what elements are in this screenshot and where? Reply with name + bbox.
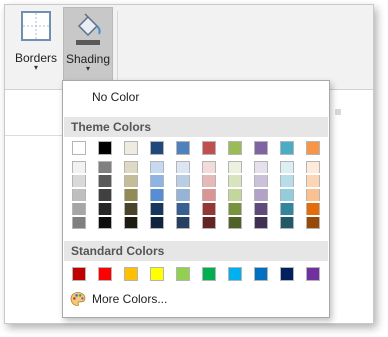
theme-tint-swatch[interactable] <box>176 161 190 173</box>
theme-tint-swatch[interactable] <box>228 217 242 229</box>
theme-tint-swatch[interactable] <box>150 189 164 201</box>
theme-color-swatch[interactable] <box>176 141 190 155</box>
standard-colors-header: Standard Colors <box>64 241 328 261</box>
more-colors-item[interactable]: More Colors... <box>64 287 328 311</box>
theme-color-swatch[interactable] <box>124 141 138 155</box>
paint-bucket-icon <box>76 13 101 45</box>
theme-tint-swatch[interactable] <box>124 161 138 173</box>
more-colors-label: More Colors... <box>92 292 168 306</box>
theme-tint-swatch[interactable] <box>280 175 294 187</box>
theme-tint-swatch[interactable] <box>124 175 138 187</box>
standard-color-swatch[interactable] <box>254 267 268 281</box>
theme-color-swatch[interactable] <box>98 141 112 155</box>
theme-tint-swatch[interactable] <box>306 217 320 229</box>
theme-tint-swatch[interactable] <box>228 161 242 173</box>
theme-tint-swatch[interactable] <box>98 217 112 229</box>
theme-tint-swatch[interactable] <box>228 189 242 201</box>
theme-tint-swatch[interactable] <box>306 189 320 201</box>
theme-tint-swatch[interactable] <box>176 189 190 201</box>
theme-tint-swatch[interactable] <box>124 217 138 229</box>
theme-tint-swatch[interactable] <box>254 175 268 187</box>
theme-color-swatch[interactable] <box>202 141 216 155</box>
theme-tint-swatch[interactable] <box>150 203 164 215</box>
standard-color-swatch[interactable] <box>176 267 190 281</box>
theme-tint-swatch[interactable] <box>98 161 112 173</box>
theme-tint-swatch[interactable] <box>202 189 216 201</box>
theme-color-swatch[interactable] <box>72 141 86 155</box>
theme-tint-swatch[interactable] <box>228 175 242 187</box>
theme-tint-swatch[interactable] <box>202 217 216 229</box>
standard-color-swatch[interactable] <box>202 267 216 281</box>
theme-tint-swatch[interactable] <box>176 175 190 187</box>
shading-color-dropdown: No Color Theme Colors Standard Colors Mo… <box>62 80 330 318</box>
theme-tint-swatch[interactable] <box>72 175 86 187</box>
theme-tint-swatch[interactable] <box>176 217 190 229</box>
theme-tint-swatch[interactable] <box>150 175 164 187</box>
theme-colors-title: Theme Colors <box>71 120 152 134</box>
theme-tint-swatch[interactable] <box>254 217 268 229</box>
theme-tint-swatch[interactable] <box>202 175 216 187</box>
theme-tint-swatch[interactable] <box>254 189 268 201</box>
shading-dropdown-arrow: ▾ <box>85 64 90 73</box>
theme-tint-swatch[interactable] <box>280 189 294 201</box>
theme-tint-swatch[interactable] <box>72 161 86 173</box>
theme-tint-swatch[interactable] <box>202 161 216 173</box>
theme-tint-swatch[interactable] <box>124 189 138 201</box>
theme-tint-swatch[interactable] <box>176 203 190 215</box>
theme-color-swatch[interactable] <box>306 141 320 155</box>
no-color-label: No Color <box>92 90 140 104</box>
borders-dropdown-arrow: ▾ <box>33 63 38 72</box>
theme-tint-swatch[interactable] <box>150 217 164 229</box>
theme-tint-swatch[interactable] <box>98 203 112 215</box>
theme-tint-swatch[interactable] <box>98 189 112 201</box>
theme-tint-swatch[interactable] <box>72 217 86 229</box>
theme-tint-swatch[interactable] <box>280 217 294 229</box>
standard-color-swatch[interactable] <box>280 267 294 281</box>
theme-tint-swatch[interactable] <box>306 175 320 187</box>
standard-color-swatch[interactable] <box>98 267 112 281</box>
theme-colors-header: Theme Colors <box>64 117 328 137</box>
theme-tint-swatch[interactable] <box>254 161 268 173</box>
theme-tint-swatch[interactable] <box>306 203 320 215</box>
theme-tint-swatch[interactable] <box>306 161 320 173</box>
ribbon-separator <box>117 11 118 81</box>
theme-tint-swatch[interactable] <box>72 203 86 215</box>
theme-tint-swatch[interactable] <box>98 175 112 187</box>
theme-tint-swatch[interactable] <box>202 203 216 215</box>
borders-button[interactable]: Borders ▾ <box>13 7 59 79</box>
theme-color-swatch[interactable] <box>254 141 268 155</box>
theme-color-swatch[interactable] <box>228 141 242 155</box>
borders-icon <box>21 11 51 41</box>
standard-colors-title: Standard Colors <box>71 244 165 258</box>
theme-tint-swatch[interactable] <box>72 189 86 201</box>
standard-color-swatch[interactable] <box>150 267 164 281</box>
theme-color-swatch[interactable] <box>280 141 294 155</box>
no-color-item[interactable]: No Color <box>64 85 328 109</box>
standard-color-swatch[interactable] <box>124 267 138 281</box>
shading-button[interactable]: Shading ▾ <box>63 7 113 81</box>
standard-color-swatch[interactable] <box>228 267 242 281</box>
theme-tint-swatch[interactable] <box>124 203 138 215</box>
theme-color-swatch[interactable] <box>150 141 164 155</box>
standard-color-swatch[interactable] <box>72 267 86 281</box>
ribbon: Borders ▾ Shading ▾ <box>5 5 373 90</box>
theme-tint-swatch[interactable] <box>280 161 294 173</box>
document-margin-marker <box>335 109 341 115</box>
document-ruler-line <box>5 135 65 136</box>
standard-color-swatch[interactable] <box>306 267 320 281</box>
palette-icon <box>70 292 86 306</box>
theme-tint-swatch[interactable] <box>280 203 294 215</box>
theme-tint-swatch[interactable] <box>150 161 164 173</box>
theme-tint-swatch[interactable] <box>228 203 242 215</box>
theme-tint-swatch[interactable] <box>254 203 268 215</box>
